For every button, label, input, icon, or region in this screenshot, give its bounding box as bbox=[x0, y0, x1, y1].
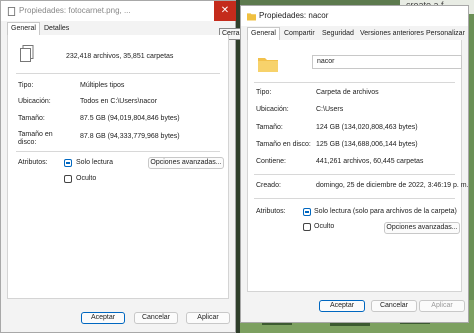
size-value: 87.5 GB (94,019,804,846 bytes) bbox=[80, 115, 180, 122]
right-general-panel: nacor Tipo: Carpeta de archivos Ubicació… bbox=[247, 40, 469, 292]
folder-icon bbox=[247, 13, 256, 21]
size-label: Tamaño: bbox=[18, 115, 45, 122]
attributes-label: Atributos: bbox=[18, 159, 48, 166]
size-on-disk-label: Tamaño en disco: bbox=[18, 131, 53, 146]
tab-details[interactable]: Detalles bbox=[41, 23, 72, 35]
ok-button[interactable]: Aceptar bbox=[81, 312, 125, 324]
left-properties-window: Propiedades: fotocarnet.png, ... ✕ Cerra… bbox=[0, 0, 245, 333]
window-title: Propiedades: fotocarnet.png, ... bbox=[19, 6, 131, 15]
type-value: Múltiples tipos bbox=[80, 82, 125, 89]
file-icon bbox=[7, 7, 16, 16]
cancel-button[interactable]: Cancelar bbox=[371, 300, 417, 312]
size-label: Tamaño: bbox=[256, 124, 283, 131]
close-button[interactable]: ✕ bbox=[214, 1, 236, 21]
contains-label: Contiene: bbox=[256, 158, 286, 165]
size-on-disk-label: Tamaño en disco: bbox=[256, 141, 311, 148]
right-tab-strip: General Compartir Seguridad Versiones an… bbox=[247, 26, 465, 42]
left-tab-strip: General Detalles bbox=[7, 21, 215, 37]
created-value: domingo, 25 de diciembre de 2022, 3:46:1… bbox=[316, 182, 469, 189]
location-value: C:\Users bbox=[316, 106, 344, 113]
tab-sharing[interactable]: Compartir bbox=[281, 28, 318, 40]
type-value: Carpeta de archivos bbox=[316, 89, 379, 96]
right-titlebar: Propiedades: nacor bbox=[241, 6, 468, 26]
left-general-panel: 232,418 archivos, 35,851 carpetas Tipo: … bbox=[7, 35, 229, 299]
readonly-label: Solo lectura (solo para archivos de la c… bbox=[314, 208, 457, 215]
readonly-checkbox[interactable] bbox=[303, 208, 311, 216]
size-on-disk-value: 87.8 GB (94,333,779,968 bytes) bbox=[80, 133, 180, 140]
apply-button[interactable]: Aplicar bbox=[186, 312, 230, 324]
window-title: Propiedades: nacor bbox=[259, 11, 329, 20]
location-value: Todos en C:\Users\nacor bbox=[80, 98, 158, 105]
multiple-files-icon bbox=[20, 45, 34, 62]
advanced-options-button[interactable]: Opciones avanzadas... bbox=[148, 157, 224, 169]
advanced-options-button[interactable]: Opciones avanzadas... bbox=[384, 222, 460, 234]
right-properties-window: Propiedades: nacor General Compartir Seg… bbox=[240, 5, 469, 323]
attributes-label: Atributos: bbox=[256, 208, 286, 215]
tab-previous-versions[interactable]: Versiones anteriores bbox=[357, 28, 427, 40]
readonly-checkbox[interactable] bbox=[64, 159, 72, 167]
size-on-disk-value: 125 GB (134,688,006,144 bytes) bbox=[316, 141, 418, 148]
selection-summary: 232,418 archivos, 35,851 carpetas bbox=[66, 53, 174, 60]
type-label: Tipo: bbox=[18, 82, 34, 89]
contains-value: 441,261 archivos, 60,445 carpetas bbox=[316, 158, 424, 165]
hidden-checkbox[interactable] bbox=[303, 223, 311, 231]
cancel-button[interactable]: Cancelar bbox=[134, 312, 178, 324]
hidden-label: Oculto bbox=[314, 223, 335, 230]
tab-customize[interactable]: Personalizar bbox=[423, 28, 468, 40]
created-label: Creado: bbox=[256, 182, 281, 189]
type-label: Tipo: bbox=[256, 89, 272, 96]
location-label: Ubicación: bbox=[18, 98, 51, 105]
folder-name-input[interactable]: nacor bbox=[312, 55, 462, 69]
left-titlebar: Propiedades: fotocarnet.png, ... ✕ bbox=[1, 1, 236, 21]
location-label: Ubicación: bbox=[256, 106, 289, 113]
folder-icon bbox=[258, 58, 278, 72]
size-value: 124 GB (134,020,808,463 bytes) bbox=[316, 124, 418, 131]
readonly-label: Solo lectura bbox=[76, 159, 113, 166]
tab-security[interactable]: Seguridad bbox=[319, 28, 357, 40]
ok-button[interactable]: Aceptar bbox=[319, 300, 365, 312]
hidden-checkbox[interactable] bbox=[64, 175, 72, 183]
close-icon: ✕ bbox=[220, 5, 230, 16]
apply-button[interactable]: Aplicar bbox=[419, 300, 465, 312]
hidden-label: Oculto bbox=[76, 175, 97, 182]
